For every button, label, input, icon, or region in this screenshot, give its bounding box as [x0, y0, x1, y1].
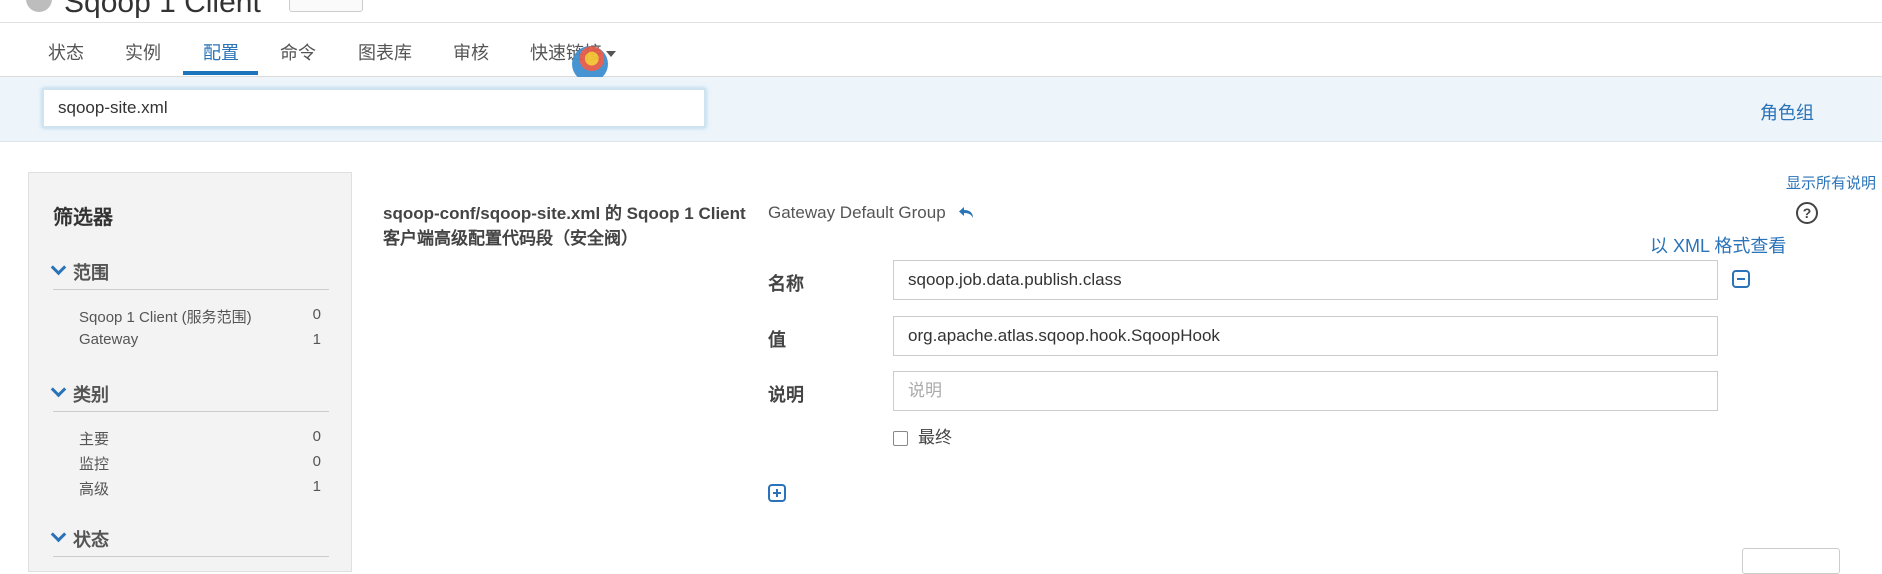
name-label: 名称 — [768, 274, 804, 294]
search-input[interactable] — [42, 88, 706, 128]
role-groups-link[interactable]: 角色组 — [1760, 99, 1814, 125]
tab-charts-library[interactable]: 图表库 — [358, 39, 412, 65]
tab-audits[interactable]: 审核 — [453, 39, 489, 65]
filter-group-header[interactable]: 范围 — [50, 259, 329, 290]
filter-group-header[interactable]: 状态 — [50, 526, 329, 557]
filter-group-status: 状态 — [50, 526, 329, 557]
property-description-line: sqoop-conf/sqoop-site.xml 的 Sqoop 1 Clie… — [383, 204, 746, 223]
show-all-descriptions-link[interactable]: 显示所有说明 — [1786, 172, 1876, 193]
filter-item-label: Gateway — [79, 331, 139, 348]
tab-bar: 状态 实例 配置 命令 图表库 审核 快速链接 — [0, 23, 1882, 77]
add-row-icon[interactable] — [768, 484, 786, 502]
reset-arrow-icon[interactable] — [958, 204, 976, 222]
name-field[interactable] — [893, 260, 1718, 300]
chevron-down-icon — [50, 259, 67, 276]
tab-instances[interactable]: 实例 — [125, 39, 161, 65]
filter-group-title: 状态 — [73, 530, 109, 550]
tab-commands[interactable]: 命令 — [280, 39, 316, 65]
filter-group-category: 类别 主要 0 监控 0 高级 1 — [50, 381, 329, 499]
chevron-down-icon — [50, 381, 67, 398]
filter-panel: 筛选器 范围 Sqoop 1 Client (服务范围) 0 Gateway 1 类… — [28, 172, 352, 572]
remove-row-icon[interactable] — [1732, 270, 1750, 288]
filter-heading: 筛选器 — [53, 207, 113, 229]
actions-button[interactable] — [289, 0, 363, 12]
filter-item[interactable]: 监控 0 — [79, 449, 329, 474]
filter-group-header[interactable]: 类别 — [50, 381, 329, 412]
title-bar: Sqoop 1 Client — [0, 0, 1882, 23]
filter-item-count: 0 — [312, 428, 321, 445]
filter-item[interactable]: 高级 1 — [79, 474, 329, 499]
filter-item-label: 监控 — [79, 456, 110, 473]
service-status-icon — [26, 0, 52, 12]
checkbox-icon[interactable] — [893, 431, 908, 447]
save-changes-button[interactable] — [1742, 548, 1840, 574]
value-field[interactable] — [893, 316, 1718, 356]
filter-group-title: 类别 — [73, 385, 109, 405]
filter-item-count: 1 — [312, 478, 321, 495]
filter-item-count: 0 — [312, 453, 321, 470]
property-description-line: 客户端高级配置代码段（安全阀） — [383, 229, 638, 248]
filter-item-label: Sqoop 1 Client (服务范围) — [79, 309, 252, 326]
filter-item-label: 高级 — [79, 481, 110, 498]
tab-status[interactable]: 状态 — [48, 39, 84, 65]
filter-group-scope: 范围 Sqoop 1 Client (服务范围) 0 Gateway 1 — [50, 259, 329, 352]
filter-item-count: 0 — [312, 306, 321, 323]
page-title: Sqoop 1 Client — [64, 0, 261, 19]
help-icon[interactable]: ? — [1796, 202, 1818, 224]
tab-configuration[interactable]: 配置 — [203, 39, 239, 65]
final-label: 最终 — [918, 428, 952, 447]
view-as-xml-link[interactable]: 以 XML 格式查看 — [1650, 232, 1786, 258]
filter-group-title: 范围 — [73, 263, 109, 283]
filter-item[interactable]: Sqoop 1 Client (服务范围) 0 — [79, 302, 329, 327]
filter-item[interactable]: 主要 0 — [79, 424, 329, 449]
search-bar: 角色组 — [0, 77, 1882, 142]
chevron-down-icon — [50, 526, 67, 543]
role-group-name: Gateway Default Group — [768, 203, 946, 222]
value-label: 值 — [768, 330, 786, 350]
final-checkbox[interactable]: 最终 — [893, 423, 952, 448]
chevron-down-icon — [606, 51, 616, 58]
filter-item-count: 1 — [312, 331, 321, 348]
filter-item-label: 主要 — [79, 431, 110, 448]
property-description: sqoop-conf/sqoop-site.xml 的 Sqoop 1 Clie… — [383, 201, 753, 251]
description-label: 说明 — [768, 385, 804, 405]
active-tab-indicator — [183, 71, 258, 75]
description-field[interactable] — [893, 371, 1718, 411]
filter-item[interactable]: Gateway 1 — [79, 327, 329, 352]
